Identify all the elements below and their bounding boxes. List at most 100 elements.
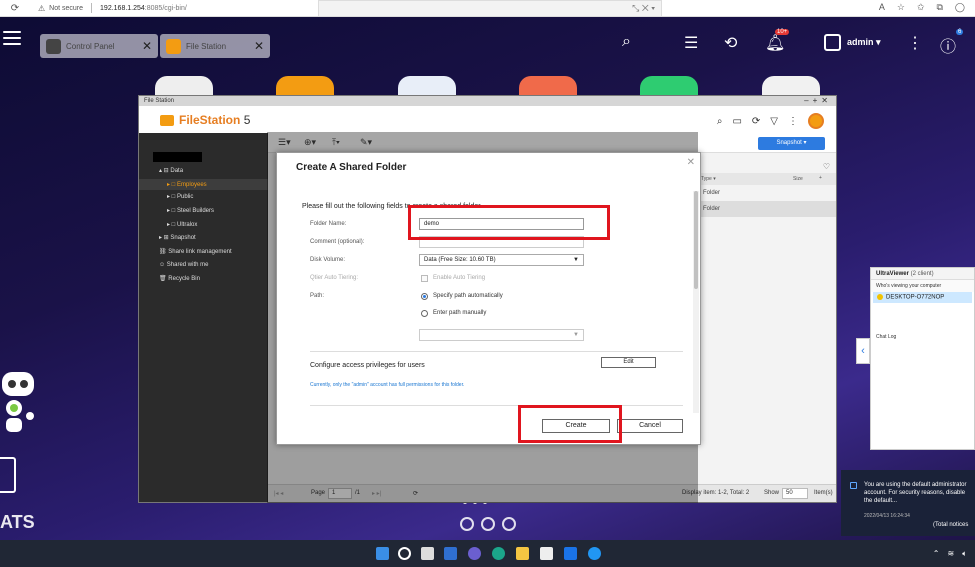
- url-path: :8085/cgi-bin/: [144, 4, 187, 12]
- task-view-icon[interactable]: [421, 547, 434, 560]
- sidebar-item-steel-builders[interactable]: ▸ □ Steel Builders: [167, 207, 214, 214]
- window-titlebar[interactable]: File Station –+✕: [139, 96, 836, 106]
- search-icon[interactable]: [398, 547, 411, 560]
- desktop-bottom-icons: [460, 517, 516, 531]
- dialog-scrollbar[interactable]: [693, 191, 699, 413]
- table-row[interactable]: Folder: [695, 201, 836, 217]
- reload-icon[interactable]: ⟳: [6, 3, 24, 14]
- sidebar-item-public[interactable]: ▸ □ Public: [167, 193, 193, 200]
- address-bar[interactable]: 192.168.1.254:8085/cgi-bin/: [100, 5, 187, 12]
- edge-icon[interactable]: [492, 547, 505, 560]
- client-status-icon: [877, 294, 883, 300]
- mail-icon[interactable]: [564, 547, 577, 560]
- smart-icon[interactable]: [808, 113, 824, 129]
- heart-icon[interactable]: ♡: [823, 162, 830, 171]
- show-label: Show: [764, 490, 780, 496]
- tiering-label: Qtier Auto Tiering:: [310, 275, 359, 281]
- collections-icon[interactable]: ⧉: [936, 2, 942, 13]
- snapshot-button[interactable]: Snapshot ▾: [758, 137, 825, 150]
- path-auto-radio[interactable]: [421, 293, 428, 300]
- add-column-icon[interactable]: +: [819, 175, 822, 181]
- notification-badge: 10+: [775, 29, 790, 35]
- tiering-option-label: Enable Auto Tiering: [433, 275, 486, 281]
- total-notices[interactable]: (Total notices: [933, 522, 968, 528]
- path-select[interactable]: ▼: [419, 329, 584, 341]
- sidebar-item-label: Data: [170, 168, 184, 174]
- tab-control-panel[interactable]: Control Panel ✕: [40, 34, 158, 58]
- url-host: 192.168.1.254: [100, 4, 145, 12]
- profile-icon[interactable]: ◯: [955, 2, 965, 13]
- pause-icon[interactable]: [502, 517, 516, 531]
- dashboard-icon[interactable]: [460, 517, 474, 531]
- path-label: Path:: [310, 293, 325, 299]
- close-icon[interactable]: ✕: [142, 39, 152, 53]
- read-aloud-icon[interactable]: A: [879, 2, 885, 13]
- column-size[interactable]: Size: [793, 176, 803, 182]
- notification-toast[interactable]: You are using the default administrator …: [841, 470, 975, 536]
- page-size-select[interactable]: 50: [782, 488, 808, 499]
- user-menu[interactable]: admin ▾: [824, 34, 881, 51]
- sync-icon[interactable]: ⟲: [724, 33, 737, 53]
- file-station-logo: FileStation 5: [160, 113, 250, 127]
- window-controls-icon[interactable]: –+✕: [804, 96, 832, 106]
- sidebar-item-ultralox[interactable]: ▸ □ Ultralox: [167, 221, 197, 228]
- path-manual-radio[interactable]: [421, 310, 428, 317]
- bell-icon[interactable]: 🔔︎: [765, 33, 785, 53]
- sidebar-item-employees[interactable]: ▸ □ Employees: [139, 179, 268, 190]
- more-icon[interactable]: ⋮: [788, 116, 798, 127]
- sidebar-item-label: Recycle Bin: [168, 276, 200, 282]
- close-icon[interactable]: ✕: [687, 157, 695, 168]
- store-icon[interactable]: [540, 547, 553, 560]
- favorite-icon[interactable]: ☆: [897, 2, 905, 13]
- table-row[interactable]: Folder: [695, 185, 836, 201]
- chevron-up-icon[interactable]: ⌃: [933, 549, 940, 559]
- disk-volume-select[interactable]: Data (Free Size: 10.60 TB) ▼: [419, 254, 584, 266]
- sidebar-item-recycle-bin[interactable]: 🗑︎ Recycle Bin: [159, 275, 200, 282]
- security-label[interactable]: Not secure: [49, 5, 83, 12]
- client-item[interactable]: DESKTOP-O772NOP: [873, 292, 972, 303]
- sidebar-item-data[interactable]: ▴ ⊟ Data: [159, 167, 183, 174]
- volume-icon[interactable]: 🔈︎: [962, 549, 967, 559]
- more-icon[interactable]: ⋮: [907, 33, 923, 53]
- divider: [310, 351, 683, 352]
- robot-icon[interactable]: [0, 370, 36, 436]
- teams-icon[interactable]: [468, 547, 481, 560]
- windows-taskbar: ⌃ ≋ 🔈︎: [0, 540, 975, 567]
- close-icon[interactable]: ✕: [254, 39, 264, 53]
- notification-time: 2022/04/13 16:24:34: [864, 513, 910, 519]
- collapse-panel-icon[interactable]: ‹: [856, 338, 870, 364]
- sidebar-item-shared-with-me[interactable]: ☺ Shared with me: [159, 262, 208, 268]
- cancel-button[interactable]: Cancel: [617, 419, 683, 433]
- chevron-down-icon: ▼: [573, 257, 579, 263]
- search-icon[interactable]: ⌕: [717, 116, 723, 127]
- tiering-checkbox[interactable]: [421, 275, 428, 282]
- refresh-icon[interactable]: ⟳: [752, 116, 760, 127]
- edit-button[interactable]: Edit: [601, 357, 656, 368]
- widgets-icon[interactable]: [444, 547, 457, 560]
- explorer-icon[interactable]: [516, 547, 529, 560]
- sidebar-item-share-link[interactable]: ⛓ Share link management: [159, 248, 232, 255]
- tasks-icon[interactable]: ☰: [684, 33, 698, 53]
- info-icon[interactable]: ⓘ: [940, 33, 956, 57]
- favorites-icon[interactable]: ✩: [917, 2, 925, 13]
- browser-popup: ⤡ ✕ ▾: [318, 0, 662, 17]
- sidebar-item-label: Public: [176, 194, 194, 200]
- filter-icon[interactable]: ▽: [770, 116, 778, 127]
- wifi-icon[interactable]: ≋: [947, 549, 954, 559]
- window-title: File Station: [144, 98, 175, 104]
- main-menu-icon[interactable]: [3, 31, 21, 47]
- search-icon[interactable]: ⌕: [622, 33, 631, 51]
- popup-close-icon[interactable]: ⤡ ✕ ▾: [632, 3, 655, 14]
- path-auto-label: Specify path automatically: [433, 293, 503, 299]
- sidebar-item-label: Share link management: [168, 249, 232, 255]
- monitor-icon[interactable]: ▭: [732, 116, 741, 127]
- sidebar-item-label: Employees: [176, 182, 207, 188]
- tools-icon[interactable]: [481, 517, 495, 531]
- start-icon[interactable]: [376, 547, 389, 560]
- column-type[interactable]: Type ▾: [701, 176, 716, 182]
- trash-icon[interactable]: [0, 457, 16, 493]
- ultraviewer-icon[interactable]: [588, 547, 601, 560]
- tab-file-station[interactable]: File Station ✕: [160, 34, 270, 58]
- warning-icon[interactable]: ⚠: [38, 4, 45, 13]
- sidebar-item-snapshot[interactable]: ▸ ⊞ Snapshot: [159, 234, 196, 241]
